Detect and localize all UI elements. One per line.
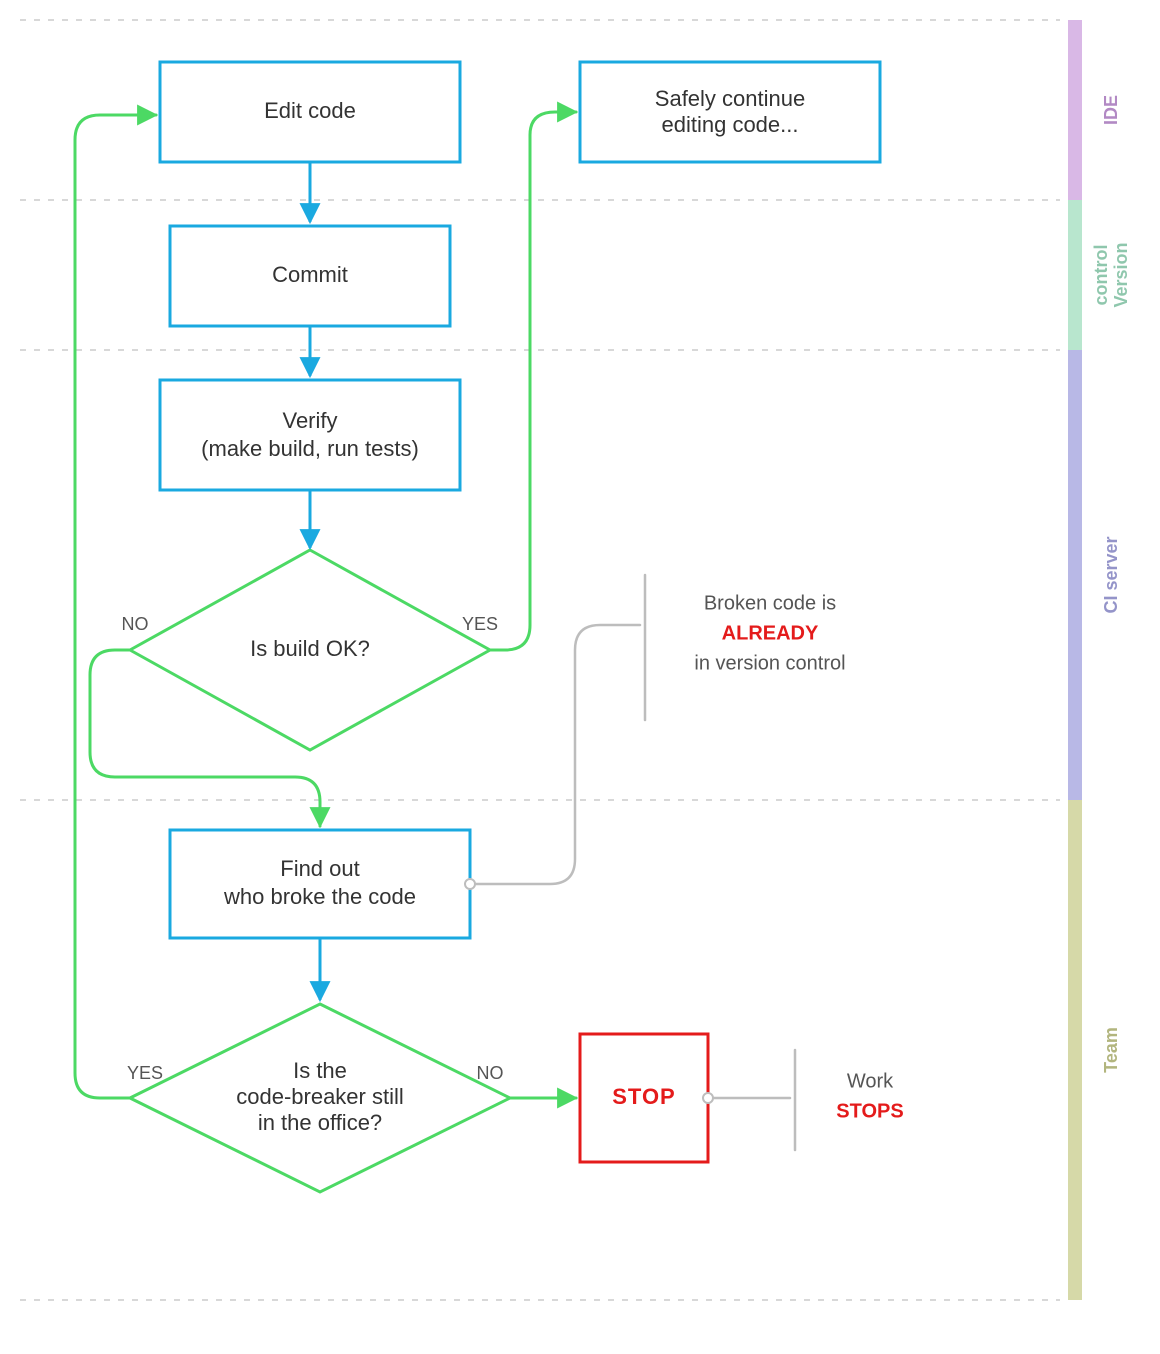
- note-broken-l1: Broken code is: [704, 592, 836, 614]
- decision-build-ok: Is build OK?: [130, 550, 490, 750]
- lane-bar-vcs: Version control: [1068, 200, 1131, 350]
- node-commit-label: Commit: [272, 262, 348, 287]
- node-edit-code: Edit code: [160, 62, 460, 162]
- decision-in-office-l1: Is the: [293, 1058, 347, 1083]
- annotation-connector-broken: [470, 625, 640, 884]
- arrow-buildok-yes: [490, 112, 576, 650]
- node-commit: Commit: [170, 226, 450, 326]
- node-stop-label: STOP: [612, 1084, 676, 1109]
- node-safely-continue-l1: Safely continue: [655, 86, 805, 111]
- lane-bar-ide: IDE: [1068, 20, 1121, 200]
- note-broken-l2: ALREADY: [722, 622, 819, 644]
- decision-build-ok-label: Is build OK?: [250, 636, 370, 661]
- lane-bar-ci: CI server: [1068, 350, 1121, 800]
- note-broken-code: Broken code is ALREADY in version contro…: [694, 592, 845, 674]
- lane-label-team: Team: [1101, 1027, 1121, 1073]
- decision-in-office-l3: in the office?: [258, 1110, 382, 1135]
- lane-label-vcs-1: Version: [1111, 242, 1131, 307]
- label-buildok-yes: YES: [462, 614, 498, 634]
- lane-label-ci: CI server: [1101, 536, 1121, 613]
- node-safely-continue: Safely continue editing code...: [580, 62, 880, 162]
- label-office-yes: YES: [127, 1063, 163, 1083]
- note-work-l1: Work: [847, 1070, 894, 1092]
- arrow-office-yes: [75, 115, 156, 1098]
- label-office-no: NO: [477, 1063, 504, 1083]
- note-work-l2: STOPS: [836, 1100, 903, 1122]
- node-safely-continue-l2: editing code...: [662, 112, 799, 137]
- note-work-stops: Work STOPS: [836, 1070, 903, 1122]
- node-verify: Verify (make build, run tests): [160, 380, 460, 490]
- node-stop: STOP: [580, 1034, 713, 1162]
- lane-label-ide: IDE: [1101, 95, 1121, 125]
- node-find-breaker-l1: Find out: [280, 856, 360, 881]
- lane-bar-team: Team: [1068, 800, 1121, 1300]
- decision-in-office: Is the code-breaker still in the office?: [130, 1004, 510, 1192]
- lane-label-vcs-2: control: [1091, 245, 1111, 306]
- decision-in-office-l2: code-breaker still: [236, 1084, 404, 1109]
- node-verify-l1: Verify: [282, 408, 337, 433]
- node-find-breaker-l2: who broke the code: [223, 884, 416, 909]
- node-edit-code-label: Edit code: [264, 98, 356, 123]
- node-verify-l2: (make build, run tests): [201, 436, 419, 461]
- note-broken-l3: in version control: [694, 652, 845, 674]
- label-buildok-no: NO: [122, 614, 149, 634]
- node-find-breaker: Find out who broke the code: [170, 830, 475, 938]
